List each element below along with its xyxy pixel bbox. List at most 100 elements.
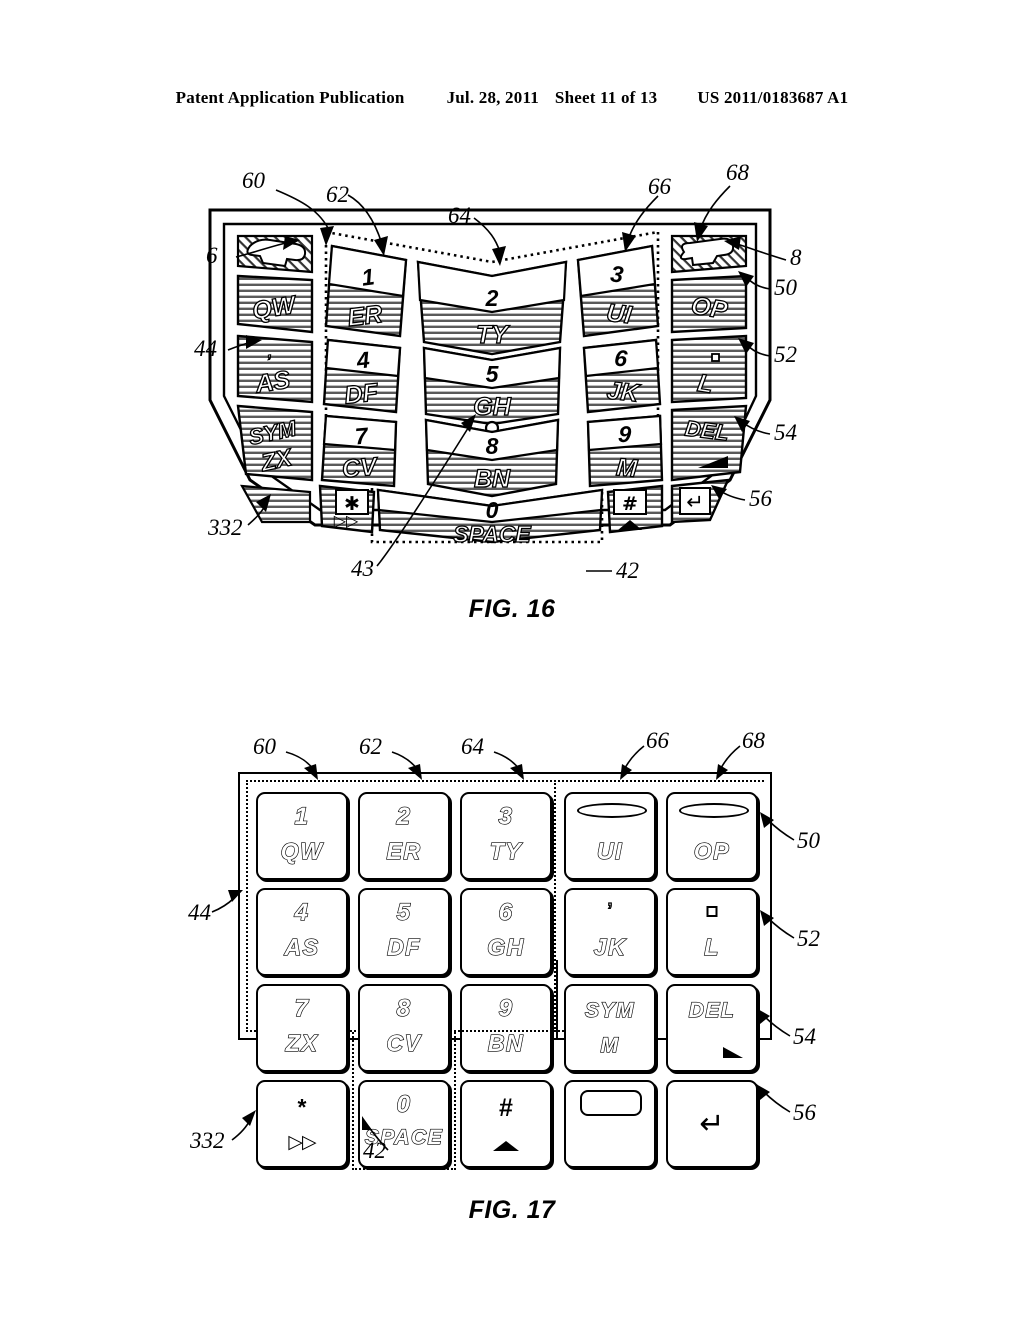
fig16-ref-50: 50 xyxy=(774,275,797,300)
fig17-key-return[interactable]: ↵ xyxy=(666,1080,758,1168)
fig17-drawing: 1 QW 2 ER 3 TY UI OP 4 AS 5 DF 6 GH ’ JK… xyxy=(238,772,772,1170)
fig17-ref-64: 64 xyxy=(461,734,484,759)
fig16-ref-42: 42 xyxy=(616,558,639,583)
fig16-key-3-ui[interactable]: 3 UI xyxy=(576,244,660,338)
fig16-key-6-jk[interactable]: 6 JK xyxy=(582,338,662,414)
key-letters: AS xyxy=(284,933,320,960)
quote-square-icon xyxy=(706,906,718,917)
fig16-key-phone-icon[interactable] xyxy=(236,234,314,274)
fig17-key-op[interactable]: OP xyxy=(666,792,758,880)
speaker-slot-icon xyxy=(576,803,648,818)
fig16-left-wedge xyxy=(240,484,312,524)
key-letters: ZX xyxy=(285,1029,319,1056)
fig17-key-star-ff[interactable]: * ▷▷ xyxy=(256,1080,348,1168)
fig16-ref-68: 68 xyxy=(726,160,749,185)
fig16-ref-52: 52 xyxy=(774,342,797,367)
header-sheet: Sheet 11 of 13 xyxy=(554,88,658,107)
fig17-key-3-ty[interactable]: 3 TY xyxy=(460,792,552,880)
fig16-key-star-ff[interactable]: ✱ ▷▷ xyxy=(318,484,376,534)
fig17-ref-50: 50 xyxy=(797,828,820,853)
fig16-ref-54: 54 xyxy=(774,420,797,445)
key-number: 2 xyxy=(396,802,412,830)
fig16-key-hash-up[interactable]: # xyxy=(606,484,664,534)
svg-text:M: M xyxy=(615,453,639,483)
fig16-ref-62: 62 xyxy=(326,182,349,207)
svg-text:DEL: DEL xyxy=(684,415,731,445)
fig17-ref-62: 62 xyxy=(359,734,382,759)
key-letters: BN xyxy=(487,1029,525,1056)
fig17-ref-332: 332 xyxy=(190,1128,225,1153)
fig17-dotted-region-42 xyxy=(352,1168,456,1170)
fig17-key-9-bn[interactable]: 9 BN xyxy=(460,984,552,1072)
fig16-key-4-df[interactable]: 4 DF xyxy=(322,338,402,414)
hash-icon: # xyxy=(499,1094,513,1122)
fig17-key-7-zx[interactable]: 7 ZX xyxy=(256,984,348,1072)
svg-text:DF: DF xyxy=(343,378,380,409)
fig16-ref-44: 44 xyxy=(194,336,217,361)
fig16-ref-8: 8 xyxy=(790,245,802,270)
key-number: 8 xyxy=(396,994,412,1022)
fig17-ref-42: 42 xyxy=(363,1138,386,1163)
fig16-key-return[interactable]: ↵ xyxy=(670,478,730,524)
fig16-key-del[interactable]: DEL xyxy=(670,404,748,482)
fig17-key-sym-m[interactable]: SYM M xyxy=(564,984,656,1072)
fig16-key-8-bn[interactable]: 8 BN xyxy=(424,418,560,498)
fig16-key-as[interactable]: ’ AS xyxy=(236,334,314,404)
svg-text:CV: CV xyxy=(341,452,380,483)
fig17-caption: FIG. 17 xyxy=(468,1196,556,1224)
fig16-key-7-cv[interactable]: 7 CV xyxy=(320,414,398,488)
fig16-key-9-m[interactable]: 9 M xyxy=(586,414,664,488)
return-arrow-icon: ↵ xyxy=(699,1106,725,1142)
svg-text:SPACE: SPACE xyxy=(453,521,531,547)
svg-text:GH: GH xyxy=(473,393,511,421)
fig17-key-apostrophe-jk[interactable]: ’ JK xyxy=(564,888,656,976)
key-letters: ER xyxy=(386,837,422,864)
fig16-key-2-ty[interactable]: 2 TY xyxy=(416,260,568,356)
svg-text:5: 5 xyxy=(486,361,500,387)
svg-text:TY: TY xyxy=(476,321,510,349)
fig17-key-hash-up[interactable]: # xyxy=(460,1080,552,1168)
fig17-dotted-divider-b xyxy=(454,1032,456,1170)
fig16-key-op[interactable]: OP xyxy=(670,274,748,334)
header-date: Jul. 28, 2011 xyxy=(446,88,539,107)
fig16-key-l[interactable]: L xyxy=(670,334,748,404)
svg-text:2: 2 xyxy=(485,285,499,311)
speaker-slot-icon xyxy=(678,803,750,818)
fig17-key-ui[interactable]: UI xyxy=(564,792,656,880)
rounded-slot-icon xyxy=(580,1090,643,1116)
fig17-key-quote-l[interactable]: L xyxy=(666,888,758,976)
header-publication: Patent Application Publication xyxy=(175,88,405,107)
fig16-key-0-space[interactable]: 0 SPACE xyxy=(376,488,604,548)
key-number: 1 xyxy=(294,802,310,830)
fig16-key-sym-zx[interactable]: SYM ZX xyxy=(236,404,314,482)
svg-text:#: # xyxy=(622,493,638,515)
apostrophe-icon: ’ xyxy=(607,899,613,920)
fig17-key-blank[interactable] xyxy=(564,1080,656,1168)
fig17-key-2-er[interactable]: 2 ER xyxy=(358,792,450,880)
key-number: 4 xyxy=(294,898,310,926)
fig17-key-4-as[interactable]: 4 AS xyxy=(256,888,348,976)
fig16-key-1-er[interactable]: 1 ER xyxy=(324,244,408,338)
key-number: 9 xyxy=(498,994,514,1022)
fig16-key-speaker-icon[interactable] xyxy=(670,234,748,274)
fig17-key-1-qw[interactable]: 1 QW xyxy=(256,792,348,880)
svg-text:0: 0 xyxy=(486,497,499,523)
key-number: 0 xyxy=(396,1090,412,1118)
key-letters: GH xyxy=(487,933,525,960)
fig17-key-8-cv[interactable]: 8 CV xyxy=(358,984,450,1072)
fig16-key-qw[interactable]: QW xyxy=(236,274,314,334)
fig17-key-6-gh[interactable]: 6 GH xyxy=(460,888,552,976)
key-letters: M xyxy=(600,1033,620,1057)
key-number: 3 xyxy=(498,802,514,830)
fig17-dotted-top-band xyxy=(246,780,764,782)
svg-text:8: 8 xyxy=(486,433,499,459)
fig17-key-5-df[interactable]: 5 DF xyxy=(358,888,450,976)
fig16-ref-332: 332 xyxy=(208,515,243,540)
fig17-dotted-divider-a xyxy=(352,1032,354,1170)
svg-text:AS: AS xyxy=(252,366,292,399)
fig17-key-del[interactable]: DEL xyxy=(666,984,758,1072)
fig17-ref-54: 54 xyxy=(793,1024,816,1049)
fast-forward-icon: ▷▷ xyxy=(288,1131,316,1153)
key-letters: DF xyxy=(387,933,421,960)
key-letters: TY xyxy=(489,837,523,864)
